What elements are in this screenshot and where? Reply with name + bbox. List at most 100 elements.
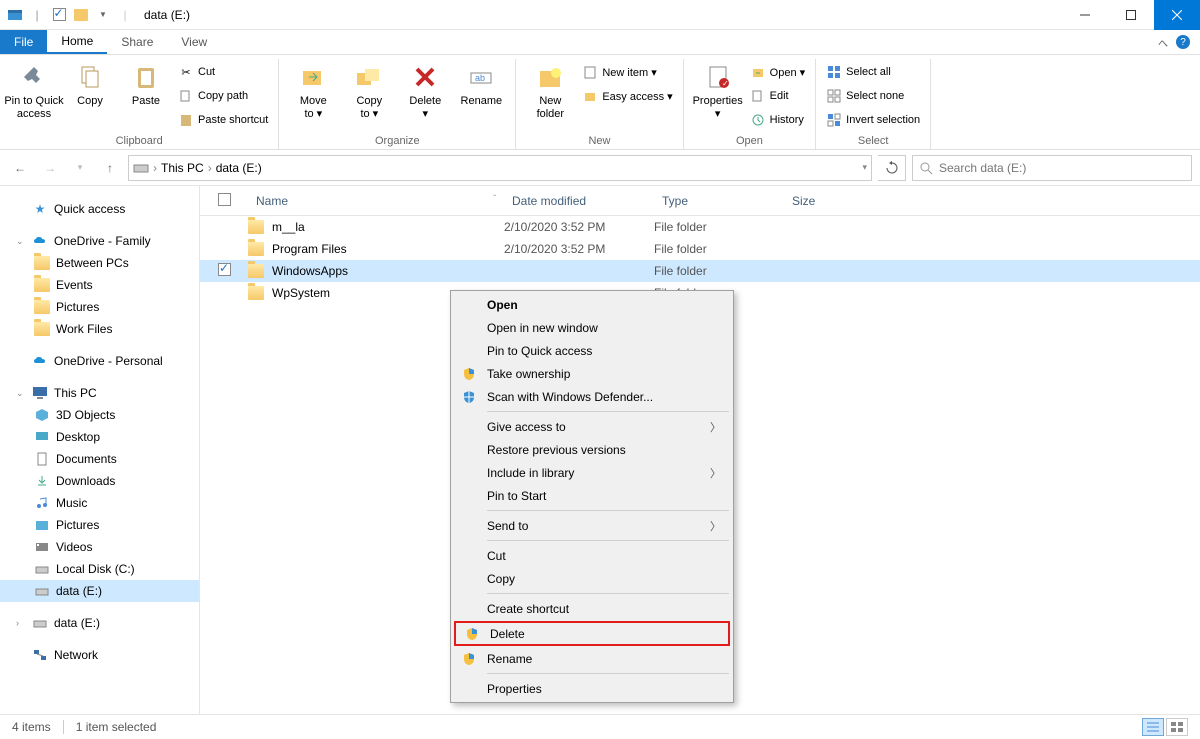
minimize-button[interactable] [1062,0,1108,30]
address-dropdown-icon[interactable]: ▾ [862,162,867,173]
up-button[interactable]: ↑ [98,156,122,180]
large-icons-view-button[interactable] [1166,718,1188,736]
ribbon-group-new: New folder New item ▾ Easy access ▾ New [516,59,683,149]
tree-pictures2[interactable]: Pictures [0,514,199,536]
ctx-send-to[interactable]: Send to〉 [453,514,731,537]
paste-button[interactable]: Paste [118,59,174,108]
select-all-button[interactable]: Select all [822,61,924,83]
ctx-open-new-window[interactable]: Open in new window [453,316,731,339]
row-checkbox[interactable] [218,263,231,276]
ctx-cut[interactable]: Cut [453,544,731,567]
tree-documents[interactable]: Documents [0,448,199,470]
easy-access-button[interactable]: Easy access ▾ [578,85,676,107]
qat-dropdown-icon[interactable]: ▼ [94,6,112,24]
status-selected-count: 1 item selected [76,720,157,734]
ctx-windows-defender[interactable]: Scan with Windows Defender... [453,385,731,408]
tree-work-files[interactable]: Work Files [0,318,199,340]
forward-button[interactable]: → [38,156,62,180]
tree-events[interactable]: Events [0,274,199,296]
close-button[interactable] [1154,0,1200,30]
cut-button[interactable]: ✂Cut [174,61,272,83]
column-size[interactable]: Size [784,194,864,208]
details-view-button[interactable] [1142,718,1164,736]
ctx-delete[interactable]: Delete [456,623,728,644]
pin-to-quick-access-button[interactable]: Pin to Quick access [6,59,62,120]
history-button[interactable]: History [746,109,810,131]
copy-to-button[interactable]: Copy to ▾ [341,59,397,120]
copy-path-button[interactable]: Copy path [174,85,272,107]
ctx-include-library[interactable]: Include in library〉 [453,461,731,484]
ctx-copy[interactable]: Copy [453,567,731,590]
ctx-rename[interactable]: Rename [453,647,731,670]
properties-button[interactable]: ✓Properties ▾ [690,59,746,120]
navigation-pane[interactable]: ★Quick access ⌄OneDrive - Family Between… [0,186,200,714]
delete-button[interactable]: Delete ▾ [397,59,453,120]
open-button[interactable]: Open ▾ [746,61,810,83]
pin-icon [18,61,50,93]
tab-share[interactable]: Share [107,30,167,54]
ctx-pin-quick-access[interactable]: Pin to Quick access [453,339,731,362]
breadcrumb-thispc[interactable]: This PC [161,161,204,175]
tree-between-pcs[interactable]: Between PCs [0,252,199,274]
search-box[interactable]: Search data (E:) [912,155,1192,181]
ctx-properties[interactable]: Properties [453,677,731,700]
tree-onedrive-personal[interactable]: OneDrive - Personal [0,350,199,372]
tree-pictures[interactable]: Pictures [0,296,199,318]
new-folder-button[interactable]: New folder [522,59,578,120]
file-menu[interactable]: File [0,30,47,54]
ctx-open[interactable]: Open [453,293,731,316]
select-none-button[interactable]: Select none [822,85,924,107]
qat-newfolder-icon[interactable] [72,6,90,24]
breadcrumb-location[interactable]: data (E:) [216,161,262,175]
recent-locations-button[interactable]: ▾ [68,156,92,180]
ctx-give-access[interactable]: Give access to〉 [453,415,731,438]
back-button[interactable]: ← [8,156,32,180]
qat-separator: | [28,6,46,24]
rename-button[interactable]: abRename [453,59,509,108]
tree-downloads[interactable]: Downloads [0,470,199,492]
tree-quick-access[interactable]: ★Quick access [0,198,199,220]
tree-label: Pictures [56,300,99,314]
tree-music[interactable]: Music [0,492,199,514]
column-type[interactable]: Type [654,194,784,208]
file-row[interactable]: Program Files 2/10/2020 3:52 PM File fol… [200,238,1200,260]
tree-videos[interactable]: Videos [0,536,199,558]
file-row[interactable]: m__la 2/10/2020 3:52 PM File folder [200,216,1200,238]
column-name[interactable]: Nameˆ [248,194,504,208]
edit-icon [750,88,766,104]
tree-desktop[interactable]: Desktop [0,426,199,448]
new-folder-icon [534,61,566,93]
tree-label: Network [54,648,98,662]
open-label: Open ▾ [770,66,806,79]
tree-onedrive-family[interactable]: ⌄OneDrive - Family [0,230,199,252]
refresh-button[interactable] [878,155,906,181]
file-row-selected[interactable]: WindowsApps File folder [200,260,1200,282]
tab-home[interactable]: Home [47,30,107,54]
ctx-restore-versions[interactable]: Restore previous versions [453,438,731,461]
collapse-ribbon-icon[interactable]: へ [1158,35,1168,50]
new-item-button[interactable]: New item ▾ [578,61,676,83]
help-icon[interactable]: ? [1176,35,1190,49]
tree-data-e-2[interactable]: ›data (E:) [0,612,199,634]
ctx-create-shortcut[interactable]: Create shortcut [453,597,731,620]
tree-network[interactable]: Network [0,644,199,666]
column-date[interactable]: Date modified [504,194,654,208]
qat-properties-icon[interactable] [50,6,68,24]
ctx-pin-start[interactable]: Pin to Start [453,484,731,507]
context-menu: Open Open in new window Pin to Quick acc… [450,290,734,703]
tree-data-e[interactable]: data (E:) [0,580,199,602]
tree-this-pc[interactable]: ⌄This PC [0,382,199,404]
tree-3d-objects[interactable]: 3D Objects [0,404,199,426]
paste-shortcut-button[interactable]: Paste shortcut [174,109,272,131]
move-to-button[interactable]: Move to ▾ [285,59,341,120]
address-bar[interactable]: › This PC › data (E:) ▾ [128,155,872,181]
edit-button[interactable]: Edit [746,85,810,107]
invert-selection-button[interactable]: Invert selection [822,109,924,131]
ctx-take-ownership[interactable]: Take ownership [453,362,731,385]
select-all-checkbox[interactable] [218,193,231,206]
copy-button[interactable]: Copy [62,59,118,108]
tab-view[interactable]: View [167,30,221,54]
network-icon [32,647,48,663]
maximize-button[interactable] [1108,0,1154,30]
tree-local-disk-c[interactable]: Local Disk (C:) [0,558,199,580]
